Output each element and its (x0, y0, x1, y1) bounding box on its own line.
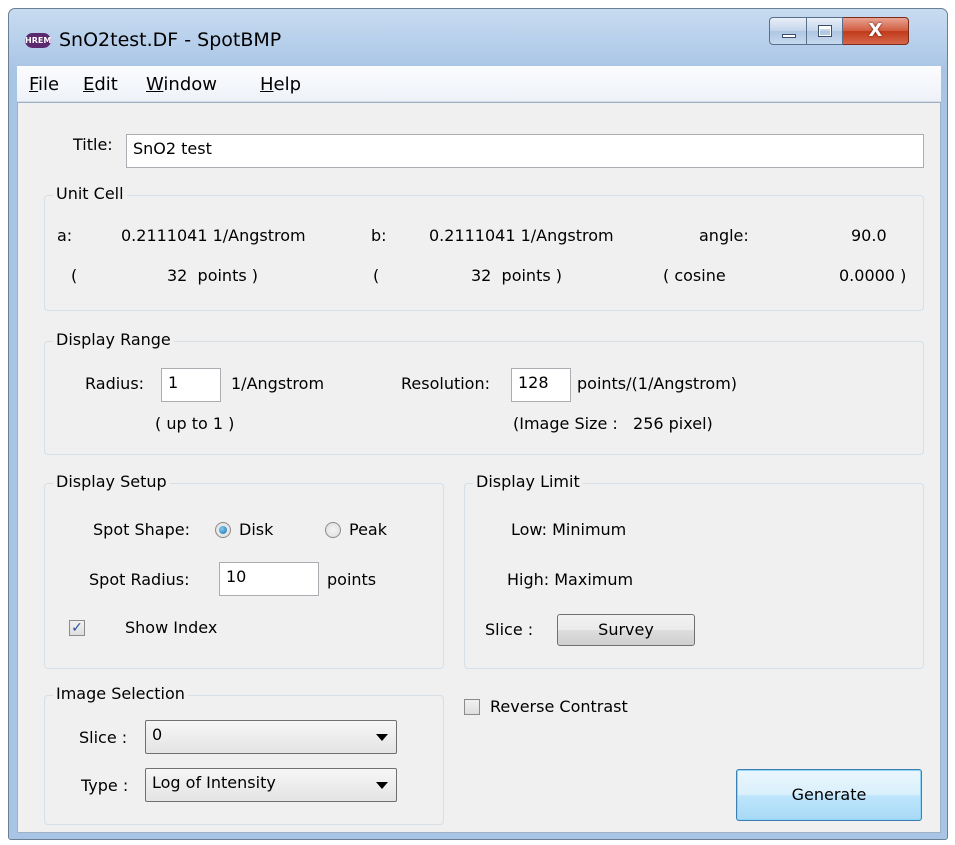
close-icon: X (868, 20, 883, 41)
b-label: b: (371, 226, 387, 245)
selection-slice-label: Slice : (79, 728, 128, 747)
display-setup-group: Display Setup Spot Shape: Disk Peak Spot… (44, 472, 444, 669)
cosine-value: 0.0000 ) (839, 266, 907, 285)
unit-cell-group: Unit Cell a: 0.2111041 1/Angstrom b: 0.2… (44, 184, 924, 311)
menu-window[interactable]: Window (146, 74, 217, 95)
type-select-value: Log of Intensity (152, 773, 276, 792)
minimize-button[interactable] (769, 17, 807, 45)
display-limit-title: Display Limit (473, 472, 583, 491)
title-label: Title: (73, 135, 113, 154)
dialog-client-area: Title: SnO2 test Unit Cell a: 0.2111041 … (17, 102, 941, 833)
chevron-down-icon (376, 734, 388, 741)
reverse-contrast-label[interactable]: Reverse Contrast (490, 697, 628, 716)
a-points-open: ( (71, 266, 78, 285)
title-input[interactable]: SnO2 test (126, 134, 924, 168)
resolution-unit: points/(1/Angstrom) (577, 374, 738, 393)
disk-radio-label[interactable]: Disk (239, 520, 273, 539)
display-range-group: Display Range Radius: 1 1/Angstrom ( up … (44, 330, 924, 455)
unit-cell-title: Unit Cell (53, 184, 127, 203)
radius-note: ( up to 1 ) (155, 414, 235, 433)
menu-bar: File Edit Window Help (17, 66, 941, 102)
show-index-label[interactable]: Show Index (125, 618, 217, 637)
radius-label: Radius: (85, 374, 145, 393)
resolution-label: Resolution: (401, 374, 490, 393)
radius-unit: 1/Angstrom (231, 374, 325, 393)
a-value: 0.2111041 1/Angstrom (121, 226, 306, 245)
menu-edit[interactable]: Edit (83, 74, 118, 95)
chevron-down-icon (376, 782, 388, 789)
spot-radius-unit: points (327, 570, 377, 589)
slice-select-value: 0 (152, 725, 163, 744)
slice-select[interactable]: 0 (145, 720, 397, 754)
show-index-checkbox[interactable]: ✓ (69, 620, 85, 636)
generate-button[interactable]: Generate (736, 769, 922, 821)
close-button[interactable]: X (843, 17, 909, 45)
maximize-button[interactable] (807, 17, 843, 45)
display-range-title: Display Range (53, 330, 174, 349)
menu-file[interactable]: File (29, 74, 59, 95)
image-selection-group: Image Selection Slice : 0 Type : Log of … (44, 684, 444, 825)
spot-radius-label: Spot Radius: (89, 570, 190, 589)
spot-radius-input[interactable]: 10 (219, 562, 319, 596)
title-bar[interactable]: HREM SnO2test.DF - SpotBMP X (9, 9, 947, 65)
app-icon: HREM (25, 33, 51, 48)
display-setup-title: Display Setup (53, 472, 170, 491)
b-points-open: ( (373, 266, 380, 285)
window-title: SnO2test.DF - SpotBMP (59, 29, 282, 51)
image-selection-title: Image Selection (53, 684, 188, 703)
limit-slice-label: Slice : (485, 620, 534, 639)
maximize-icon (818, 25, 832, 37)
low-limit-text: Low: Minimum (511, 520, 627, 539)
reverse-contrast-checkbox[interactable] (464, 699, 480, 715)
peak-radio-label[interactable]: Peak (349, 520, 387, 539)
b-value: 0.2111041 1/Angstrom (429, 226, 614, 245)
type-select[interactable]: Log of Intensity (145, 768, 397, 802)
a-label: a: (57, 226, 73, 245)
high-limit-text: High: Maximum (507, 570, 634, 589)
minimize-icon (782, 34, 796, 38)
b-points: 32 points ) (471, 266, 562, 285)
app-window: HREM SnO2test.DF - SpotBMP X File Edit W… (8, 8, 948, 840)
disk-radio[interactable] (215, 522, 231, 538)
peak-radio[interactable] (325, 522, 341, 538)
radius-input[interactable]: 1 (161, 368, 221, 402)
angle-value: 90.0 (851, 226, 887, 245)
menu-help[interactable]: Help (260, 74, 301, 95)
survey-button[interactable]: Survey (557, 614, 695, 646)
display-limit-group: Display Limit Low: Minimum High: Maximum… (464, 472, 924, 669)
cosine-label: ( cosine (663, 266, 726, 285)
resolution-input[interactable]: 128 (511, 368, 571, 402)
image-size-note: (Image Size : 256 pixel) (513, 414, 713, 433)
type-label: Type : (81, 776, 129, 795)
angle-label: angle: (699, 226, 749, 245)
spot-shape-label: Spot Shape: (93, 520, 190, 539)
a-points: 32 points ) (167, 266, 258, 285)
